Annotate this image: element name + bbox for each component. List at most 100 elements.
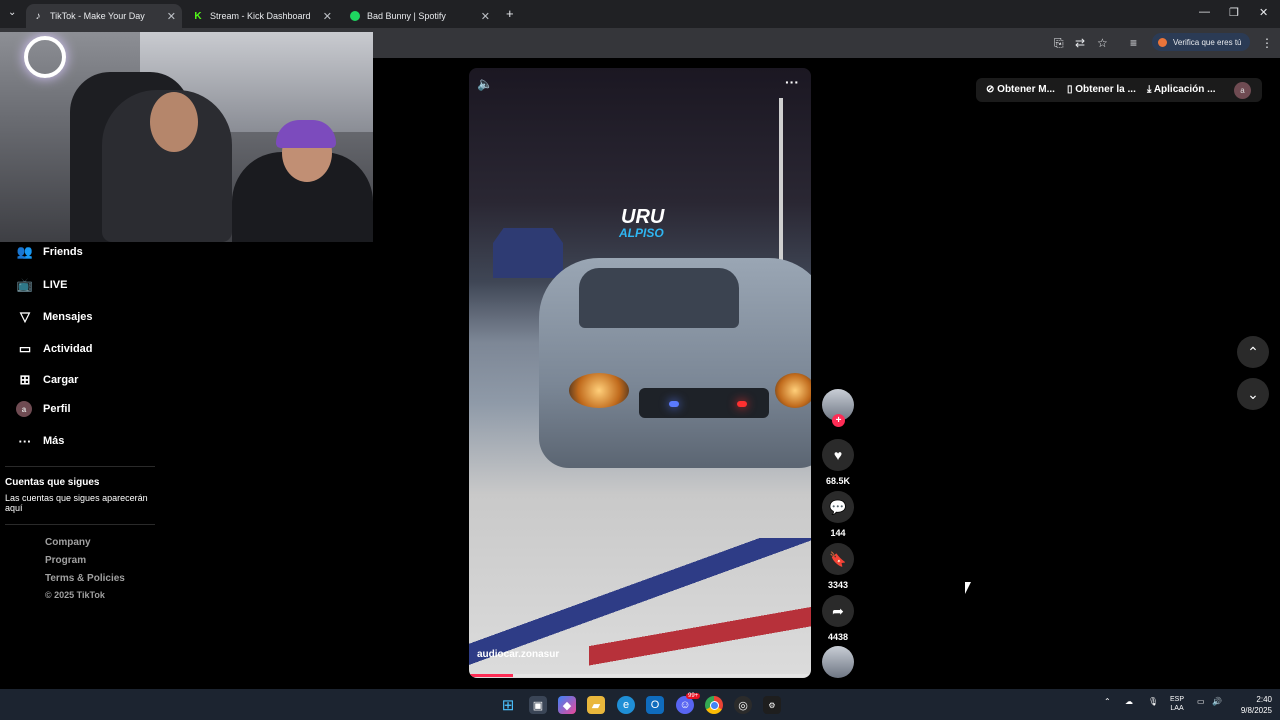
network-icon[interactable]: ▭ — [1197, 697, 1205, 706]
car-grille — [639, 388, 769, 418]
tab-kick[interactable]: K Stream - Kick Dashboard ✕ — [186, 4, 338, 28]
sidebar-item-label: LIVE — [43, 279, 68, 291]
app-icon[interactable]: ⚙ — [763, 696, 781, 714]
desktop-app-button[interactable]: ⤓ Aplicación ... — [1147, 84, 1216, 95]
star-icon[interactable]: ☆ — [1097, 36, 1108, 50]
save-button[interactable]: 🔖 — [822, 543, 854, 575]
file-explorer-icon[interactable]: ▰ — [587, 696, 605, 714]
headlight-left — [569, 373, 629, 408]
messages-icon: ▽ — [20, 309, 30, 324]
sidebar-item-live[interactable]: 📺 LIVE — [16, 275, 68, 295]
save-count: 3343 — [827, 580, 849, 590]
sidebar-item-friends[interactable]: 👥 Friends — [16, 242, 83, 262]
video-username[interactable]: audiocar.zonasur — [477, 649, 559, 660]
music-disc[interactable] — [822, 646, 854, 678]
minimize-icon[interactable]: — — [1199, 6, 1210, 18]
onedrive-icon[interactable]: ☁ — [1125, 697, 1133, 706]
share-count: 4438 — [827, 632, 849, 642]
user-avatar[interactable]: a — [1234, 82, 1251, 99]
following-title: Cuentas que sigues — [5, 477, 100, 488]
progress-bar[interactable] — [469, 674, 811, 677]
sidebar-item-more[interactable]: ··· Más — [16, 431, 65, 451]
menu-icon[interactable]: ⋮ — [1261, 36, 1273, 50]
footer-copyright: © 2025 TikTok — [45, 590, 105, 600]
footer-company-link[interactable]: Company — [45, 537, 91, 548]
volume-tray-icon[interactable]: 🔊 — [1212, 697, 1222, 706]
chrome-icon[interactable] — [705, 696, 723, 714]
get-app-button[interactable]: ▯ Obtener la ... — [1067, 84, 1136, 95]
like-button[interactable]: ♥ — [822, 439, 854, 471]
tab-list-icon[interactable]: ⌄ — [8, 7, 16, 18]
sidebar-item-messages[interactable]: ▽ Mensajes — [16, 307, 93, 327]
volume-icon[interactable]: 🔈 — [477, 76, 493, 92]
close-icon[interactable]: ✕ — [481, 10, 490, 23]
pole — [779, 98, 783, 268]
comment-icon: 💬 — [829, 498, 847, 515]
previous-video-button[interactable]: ⌃ — [1237, 336, 1269, 368]
ground-stripe-red — [589, 588, 811, 678]
progress-fill — [469, 674, 514, 677]
more-options-icon[interactable]: ··· — [785, 74, 799, 90]
copilot-icon[interactable]: ◆ — [558, 696, 576, 714]
comment-count: 144 — [830, 528, 846, 538]
windows-start-icon[interactable]: ⊞ — [499, 696, 517, 714]
close-icon[interactable]: ✕ — [323, 10, 332, 23]
microphone-icon[interactable]: 🎙 — [1148, 697, 1158, 706]
red-light — [737, 401, 747, 407]
overlay-text-alpiso: ALPISO — [619, 226, 664, 240]
get-coins-button[interactable]: ⊘ Obtener M... — [986, 84, 1055, 95]
browser-tab-bar: ⌄ ♪ TikTok - Make Your Day ✕ K Stream - … — [0, 0, 1280, 28]
close-icon[interactable]: ✕ — [167, 10, 176, 23]
tab-spotify[interactable]: Bad Bunny | Spotify ✕ — [343, 4, 496, 28]
translate-icon[interactable]: ⇄ — [1075, 36, 1085, 50]
tab-label: Bad Bunny | Spotify — [367, 11, 446, 21]
tab-search-icon[interactable]: ≡ — [1130, 36, 1137, 50]
tab-tiktok[interactable]: ♪ TikTok - Make Your Day ✕ — [26, 4, 182, 28]
desktop-app-label: Aplicación ... — [1153, 84, 1216, 95]
follow-plus-icon[interactable]: + — [832, 414, 845, 427]
restore-icon[interactable]: ❐ — [1229, 6, 1239, 19]
upload-icon: ⊞ — [19, 372, 31, 387]
tab-label: Stream - Kick Dashboard — [210, 11, 311, 21]
spotify-icon — [349, 10, 361, 22]
footer-terms-link[interactable]: Terms & Policies — [45, 573, 125, 584]
edge-icon[interactable]: e — [617, 696, 635, 714]
sidebar-item-label: Cargar — [43, 374, 79, 386]
sidebar-item-profile[interactable]: a Perfil — [16, 399, 71, 419]
ring-light — [24, 36, 66, 78]
clock-date: 9/8/2025 — [1240, 706, 1272, 715]
task-view-icon[interactable]: ▣ — [529, 696, 547, 714]
sidebar-divider — [5, 524, 155, 525]
heart-icon: ♥ — [833, 447, 843, 463]
close-window-icon[interactable]: ✕ — [1259, 6, 1268, 19]
install-icon[interactable]: ⎘ — [1054, 36, 1064, 51]
headlight-right — [775, 373, 811, 408]
kick-icon: K — [194, 10, 202, 22]
friends-icon: 👥 — [16, 244, 34, 259]
outlook-icon[interactable]: O — [646, 696, 664, 714]
new-tab-button[interactable]: + — [506, 6, 514, 21]
mouse-cursor-icon — [965, 582, 971, 594]
sidebar-item-upload[interactable]: ⊞ Cargar — [16, 370, 79, 390]
tent — [493, 228, 563, 278]
language-indicator[interactable]: ESP LAA — [1170, 695, 1184, 713]
next-video-button[interactable]: ⌄ — [1237, 378, 1269, 410]
sidebar-item-label: Más — [43, 435, 65, 447]
verify-button[interactable]: Verifica que eres tú — [1152, 33, 1250, 51]
obs-icon[interactable]: ◎ — [734, 696, 752, 714]
share-icon: ➦ — [832, 602, 844, 619]
clock[interactable]: 2:40 9/8/2025 — [1232, 694, 1272, 716]
sidebar-item-activity[interactable]: ▭ Actividad — [16, 339, 93, 359]
blue-light — [669, 401, 679, 407]
tab-label: TikTok - Make Your Day — [50, 11, 145, 21]
comment-button[interactable]: 💬 — [822, 491, 854, 523]
language-top: ESP — [1170, 696, 1185, 703]
share-button[interactable]: ➦ — [822, 595, 854, 627]
language-bottom: LAA — [1170, 705, 1184, 712]
live-icon: 📺 — [16, 277, 34, 292]
footer-program-link[interactable]: Program — [45, 555, 86, 566]
tray-chevron-icon[interactable]: ⌃ — [1104, 697, 1111, 706]
discord-badge: 99+ — [686, 693, 701, 699]
video-player[interactable]: URU ALPISO 🔈 ··· audiocar.zonasur — [469, 68, 811, 678]
tiktok-icon: ♪ — [35, 10, 41, 22]
